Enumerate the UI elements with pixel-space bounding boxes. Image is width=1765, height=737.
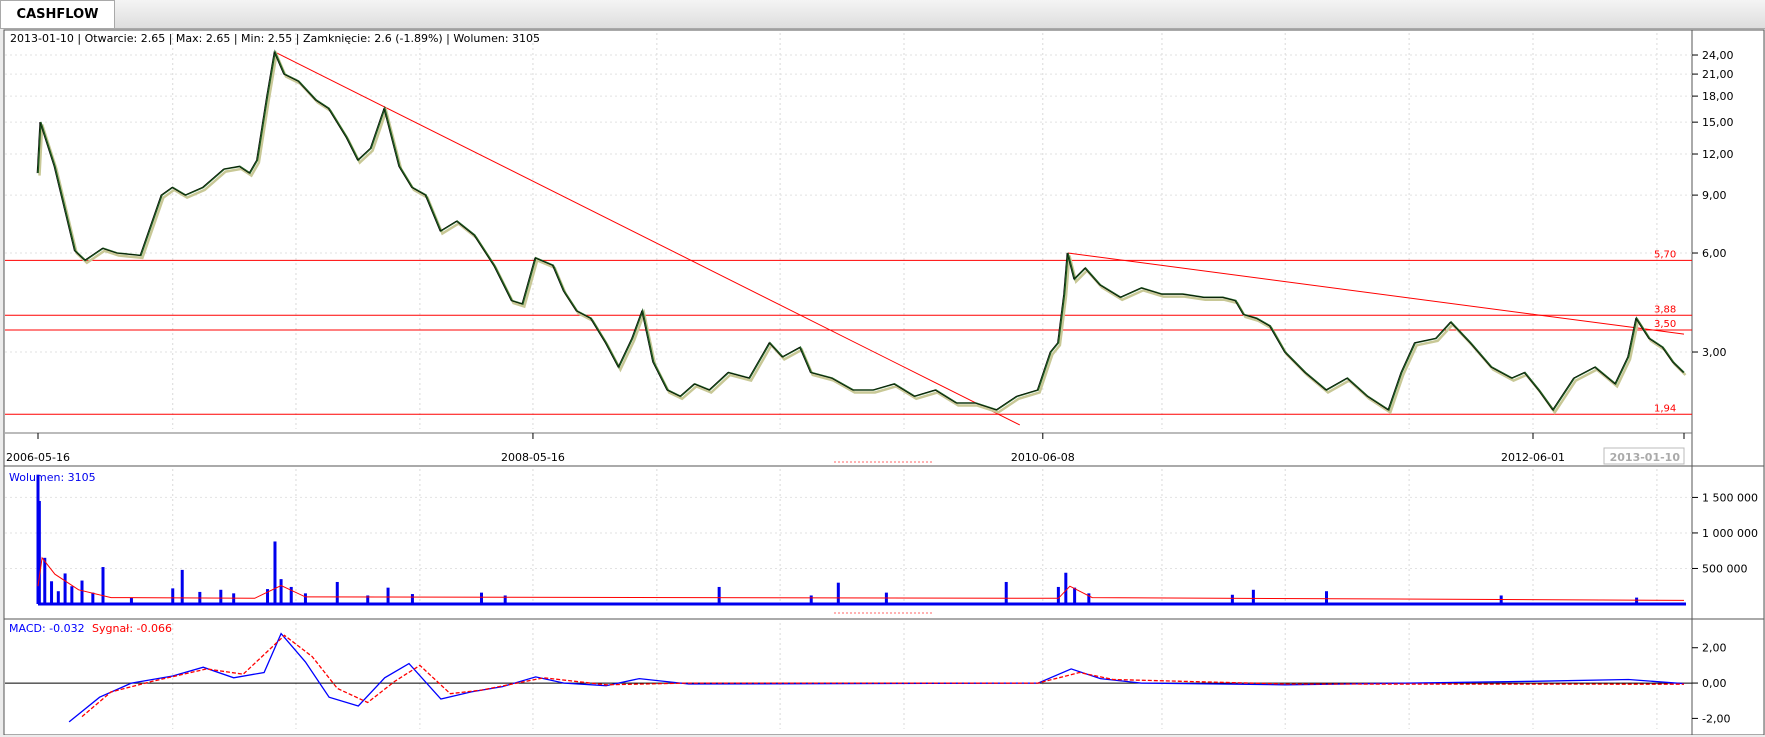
level-label: 5,70 — [1654, 249, 1676, 260]
volume-bar — [63, 573, 67, 604]
y-tick-label: 18,00 — [1702, 90, 1734, 103]
volume-bar — [335, 581, 339, 604]
macd-tick-label: -2,00 — [1702, 712, 1730, 725]
volume-bar — [479, 592, 483, 604]
info-date: 2013-01-10 — [10, 32, 74, 45]
volume-bar — [1230, 594, 1234, 604]
info-min: Min: 2.55 — [241, 32, 292, 45]
tab-bar: CASHFLOW — [0, 0, 1765, 29]
info-volume: Wolumen: 3105 — [453, 32, 540, 45]
y-tick-label: 9,00 — [1702, 189, 1727, 202]
stock-chart[interactable]: 5,70 3,88 3,50 1,94 24,00 21,00 18,00 15,00 12,… — [0, 29, 1765, 735]
y-tick-label: 3,00 — [1702, 346, 1727, 359]
x-tick-label: 2008-05-16 — [501, 451, 565, 464]
volume-bar — [273, 541, 277, 604]
volume-bar — [279, 579, 283, 604]
volume-bar — [56, 591, 60, 604]
y-tick-label: 24,00 — [1702, 49, 1734, 62]
volume-bar — [80, 580, 84, 604]
volume-bar — [1635, 597, 1639, 604]
volume-bar — [101, 567, 105, 604]
level-label: 3,88 — [1654, 304, 1676, 315]
volume-bar — [386, 587, 390, 604]
volume-bar — [1004, 581, 1008, 604]
volume-bar — [503, 595, 507, 604]
info-max: Max: 2.65 — [176, 32, 230, 45]
level-label: 1,94 — [1654, 403, 1676, 414]
volume-bar — [1056, 586, 1060, 604]
info-open: Otwarcie: 2.65 — [85, 32, 166, 45]
volume-bar — [1064, 572, 1068, 604]
signal-title: Sygnał: -0.066 — [92, 622, 172, 635]
x-tick-label: 2012-06-01 — [1501, 451, 1565, 464]
macd-tick-label: 2,00 — [1702, 642, 1727, 655]
x-tick-label: 2010-06-08 — [1011, 451, 1075, 464]
x-tick-label: 2013-01-10 — [1610, 451, 1681, 464]
volume-bar — [1073, 587, 1077, 604]
volume-bar — [50, 581, 54, 604]
macd-panel — [3, 618, 1765, 735]
x-tick-label: 2006-05-16 — [6, 451, 70, 464]
volume-bar — [171, 588, 175, 604]
volume-bar — [43, 557, 47, 604]
y-tick-label: 12,00 — [1702, 148, 1734, 161]
volume-bar — [129, 597, 133, 604]
volume-bar — [37, 500, 41, 604]
info-close: Zamknięcie: 2.6 (-1.89%) — [303, 32, 443, 45]
y-tick-label: 6,00 — [1702, 247, 1727, 260]
y-tick-label: 21,00 — [1702, 68, 1734, 81]
macd-tick-label: 0,00 — [1702, 677, 1727, 690]
volume-bar — [303, 593, 307, 604]
volume-bar — [91, 592, 95, 604]
volume-title: Wolumen: 3105 — [9, 471, 96, 484]
volume-bar — [717, 586, 721, 604]
level-label: 3,50 — [1654, 319, 1676, 330]
volume-tick-label: 1 000 000 — [1702, 527, 1758, 540]
volume-bar — [1251, 589, 1255, 604]
volume-bar — [809, 595, 813, 604]
macd-title: MACD: -0.032 — [9, 622, 85, 635]
y-tick-label: 15,00 — [1702, 116, 1734, 129]
info-bar: 2013-01-10 | Otwarcie: 2.65 | Max: 2.65 … — [10, 32, 540, 45]
volume-bar — [1324, 591, 1328, 604]
volume-tick-label: 500 000 — [1702, 562, 1748, 575]
volume-bar — [836, 582, 840, 604]
tab-cashflow[interactable]: CASHFLOW — [0, 0, 115, 28]
volume-bar — [180, 569, 184, 604]
volume-tick-label: 1 500 000 — [1702, 491, 1758, 504]
volume-bar — [410, 594, 414, 604]
volume-bar — [70, 586, 74, 604]
volume-bar — [219, 589, 223, 604]
